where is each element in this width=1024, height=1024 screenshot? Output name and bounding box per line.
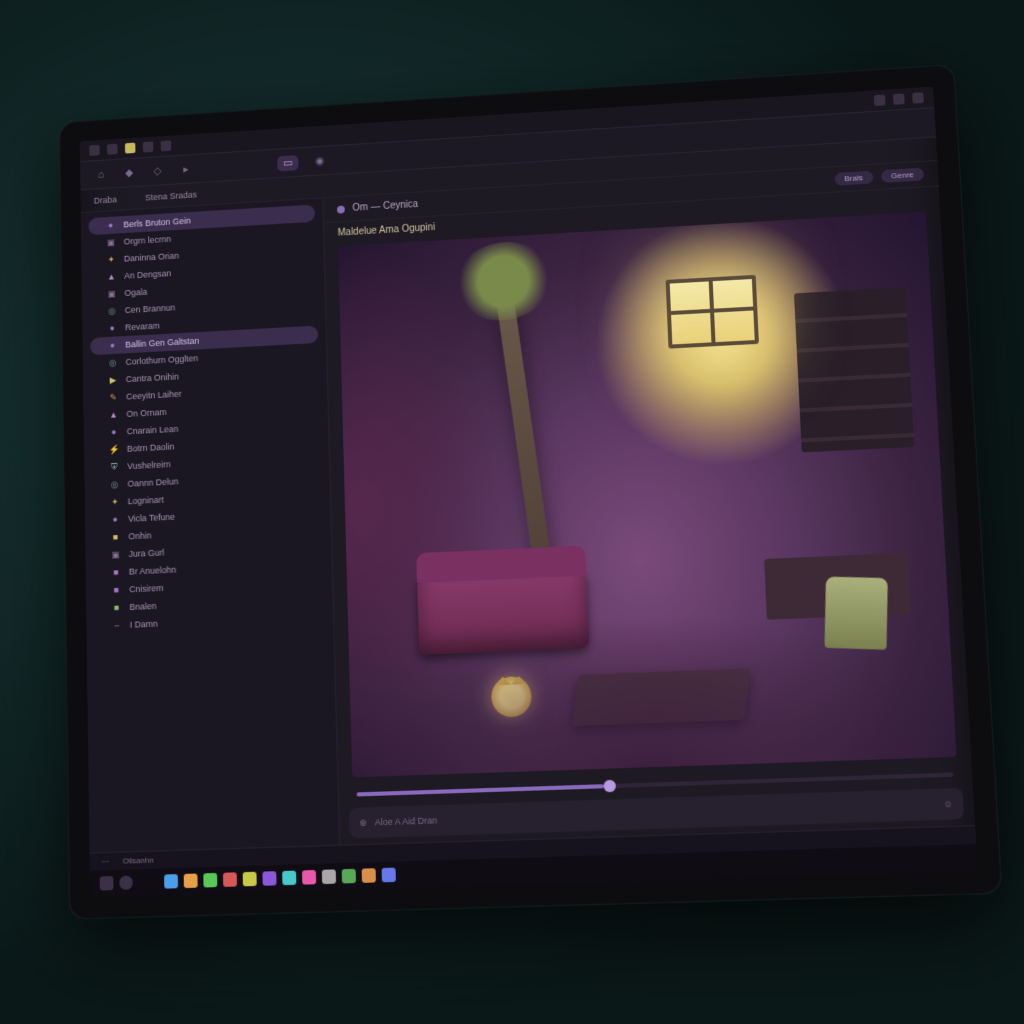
sidebar-item-label: Ogala — [124, 287, 147, 298]
dot-icon: ● — [105, 220, 116, 231]
taskbar-app-icon[interactable] — [362, 868, 376, 883]
search-icon[interactable] — [119, 875, 133, 890]
ring-icon: ◎ — [107, 305, 118, 316]
bolt-icon: ⚡ — [109, 444, 120, 455]
attach-icon[interactable]: ⊕ — [359, 817, 367, 828]
sidebar-item-label: Revaram — [125, 321, 160, 333]
sidebar-item-label: Daninna Orian — [124, 251, 179, 264]
sidebar-item-label: I Damn — [130, 619, 158, 630]
breadcrumb: Om — Ceynica — [352, 199, 418, 213]
sidebar-item-label: Berls Bruton Gein — [123, 216, 190, 230]
nav-icon[interactable]: ◆ — [122, 165, 137, 181]
taskbar-app-icon[interactable] — [184, 873, 198, 888]
sidebar-item-label: Oannn Delun — [127, 476, 178, 488]
minimize-icon[interactable] — [874, 95, 886, 106]
taskbar-app-icon[interactable] — [282, 871, 296, 886]
titlebar-icon — [125, 143, 136, 154]
sidebar-item-label: Vushelreirn — [127, 459, 170, 471]
ring-icon: ◎ — [107, 357, 118, 368]
dot-icon: ● — [110, 514, 121, 525]
view-tab-active[interactable]: ▭ — [277, 154, 299, 171]
sidebar-item-label: Ceeyitn Laiher — [126, 389, 182, 402]
sidebar-item-label: Logninart — [128, 495, 164, 506]
home-icon[interactable]: ⌂ — [93, 166, 108, 182]
sidebar-item-label: Orgrn lecrnn — [124, 234, 172, 246]
taskbar-app-icon[interactable] — [164, 874, 178, 889]
close-icon[interactable] — [912, 92, 924, 103]
sidebar-item-label: Botrn Daolin — [127, 442, 175, 454]
viewer-panel: Om — Ceynica Brals Genre Maldelue Ama Og… — [323, 161, 975, 845]
dash-icon: – — [111, 620, 122, 631]
taskbar-app-icon[interactable] — [243, 872, 257, 887]
tri-icon: ▲ — [108, 409, 119, 420]
sq-g-icon: ■ — [111, 602, 122, 613]
dot-icon: ● — [107, 340, 118, 351]
titlebar-icon — [107, 144, 118, 155]
sidebar-item-label: Bnalen — [129, 601, 156, 612]
dot-icon: ● — [108, 426, 119, 437]
sidebar-item-label: Br Anuelohn — [129, 565, 176, 577]
taskbar-app-icon[interactable] — [302, 870, 316, 885]
pen-icon: ✎ — [108, 392, 119, 403]
titlebar-icon — [89, 145, 99, 156]
view-tab-icon[interactable]: ◉ — [312, 153, 328, 169]
sidebar-item-label: Jura Gurl — [129, 548, 165, 559]
titlebar-icon — [161, 140, 172, 151]
header-action[interactable]: Genre — [881, 168, 925, 183]
sq-p-icon: ■ — [111, 584, 122, 595]
sidebar-item-label: Vicla Tefune — [128, 512, 175, 524]
dot-icon: ● — [107, 323, 118, 334]
sidebar-item-label: Cantra Onihin — [126, 372, 179, 384]
tri-icon: ▲ — [106, 271, 117, 282]
taskbar-app-icon[interactable] — [382, 868, 396, 883]
maximize-icon[interactable] — [893, 93, 905, 104]
sidebar-item-label: Cen Brannun — [125, 303, 176, 315]
status-dot-icon — [337, 205, 345, 213]
start-icon[interactable] — [100, 876, 114, 891]
titlebar-icon — [143, 141, 154, 152]
header-tab[interactable]: Stena Sradas — [145, 189, 197, 202]
emoji-icon[interactable]: ☺ — [943, 799, 953, 810]
nav-icon[interactable]: ◇ — [150, 163, 165, 179]
image-canvas[interactable] — [338, 212, 957, 778]
shield-icon: ⛨ — [109, 461, 120, 472]
taskbar-app-icon[interactable] — [203, 873, 217, 888]
nav-icon[interactable]: ▸ — [178, 161, 193, 177]
header-action[interactable]: Brals — [834, 171, 873, 186]
taskbar-app-icon[interactable] — [342, 869, 356, 884]
sidebar-item-label: Cnisirem — [129, 583, 163, 594]
ring-icon: ◎ — [109, 479, 120, 490]
app-window: ⌂ ◆ ◇ ▸ ▭ ◉ Draba Stena Sradas ● Berls Br… — [80, 87, 978, 897]
sidebar: ● Berls Bruton Gein ▣ Orgrn lecrnn ✦ Daninna … — [81, 198, 340, 852]
box-icon: ▣ — [106, 237, 117, 248]
box-icon: ▣ — [106, 288, 117, 299]
play-icon: ▶ — [108, 374, 119, 385]
input-placeholder: Aloe A Aid Dran — [375, 799, 935, 827]
spark-icon: ✦ — [106, 254, 117, 265]
sidebar-item-label: On Ornam — [126, 407, 166, 419]
sidebar-item-label: Ballin Gen Galtstan — [125, 336, 199, 350]
status-text: Olisanhn — [123, 856, 154, 866]
taskbar-app-icon[interactable] — [262, 871, 276, 886]
sidebar-item-label: Corlothurn Ogglten — [126, 353, 199, 367]
taskbar-app-icon[interactable] — [322, 869, 336, 884]
sidebar-item-label: An Dengsan — [124, 268, 171, 280]
taskbar-app-icon[interactable] — [223, 872, 237, 887]
header-tab[interactable]: Draba — [94, 194, 117, 205]
sidebar-item-label: Cnarain Lean — [127, 424, 179, 436]
sidebar-item-label: Onhin — [128, 531, 151, 542]
box-icon: ▣ — [110, 549, 121, 560]
sq-p-icon: ■ — [111, 567, 122, 578]
sq-y-icon: ■ — [110, 531, 121, 542]
spark-icon: ✦ — [110, 496, 121, 507]
